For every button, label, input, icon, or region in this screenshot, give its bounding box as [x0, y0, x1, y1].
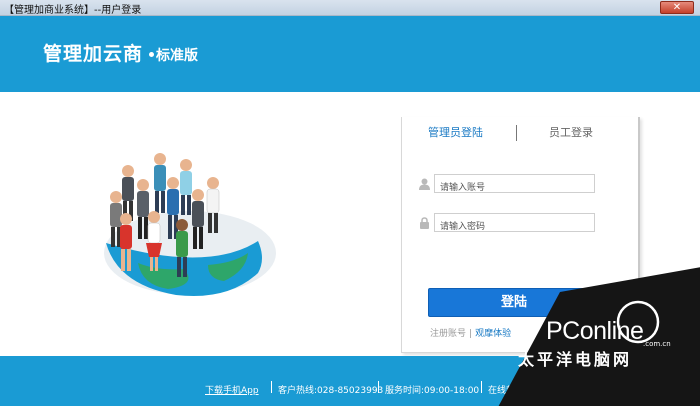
service-time-text: 服务时间:09:00-18:00 — [385, 386, 480, 396]
edition-label: 标准版 — [156, 48, 199, 64]
brand-logo: 管理加云商 标准版 — [43, 39, 198, 66]
download-app-link[interactable]: 下载手机App — [205, 383, 259, 396]
bullet-icon — [149, 52, 155, 57]
footer-divider — [481, 381, 482, 393]
lock-icon — [420, 217, 429, 229]
window-title: 【管理加商业系统】--用户登录 — [4, 5, 142, 16]
tab-admin-login[interactable]: 管理员登陆 — [428, 124, 483, 140]
username-field[interactable] — [434, 174, 595, 197]
register-link[interactable]: 注册账号 — [430, 329, 466, 339]
login-window: 【管理加商业系统】--用户登录 ✕ 管理加云商 标准版 管理员登陆 员工登录 请… — [0, 0, 700, 406]
user-icon — [419, 178, 430, 190]
username-input[interactable] — [435, 179, 594, 197]
link-separator: | — [469, 329, 473, 339]
hotline-text: 客户热线:028-85023993 — [278, 386, 384, 396]
header-banner: 管理加云商 标准版 — [0, 16, 700, 92]
watermark-domain: .com.cn — [643, 340, 671, 348]
close-button[interactable]: ✕ — [660, 1, 694, 14]
titlebar: 【管理加商业系统】--用户登录 ✕ — [0, 0, 700, 16]
footer-divider — [378, 381, 379, 393]
password-input[interactable] — [435, 218, 594, 236]
watermark-tagline: 太平洋电脑网 — [518, 350, 633, 369]
password-field[interactable] — [434, 213, 595, 236]
tab-staff-login[interactable]: 员工登录 — [549, 124, 593, 140]
tab-divider — [516, 125, 517, 141]
people-globe-illustration — [104, 153, 276, 297]
brand-name: 管理加云商 — [43, 43, 144, 65]
footer-divider — [271, 381, 272, 393]
watermark-brand: PConline — [546, 317, 644, 345]
